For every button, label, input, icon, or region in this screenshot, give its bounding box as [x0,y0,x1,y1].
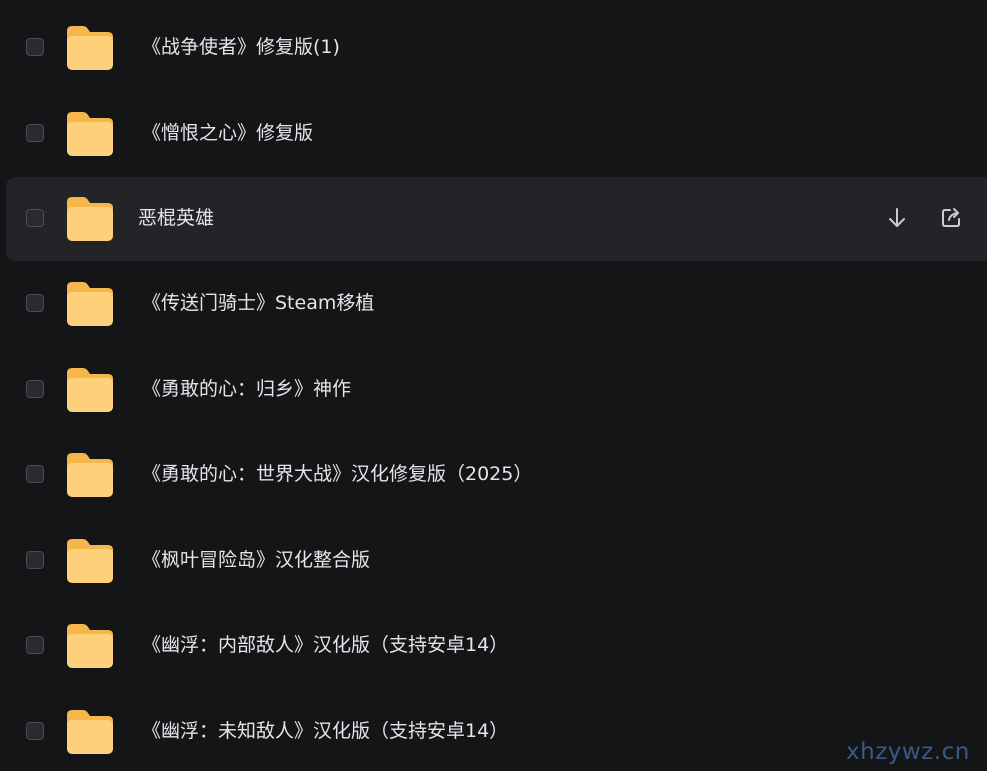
file-row[interactable]: 《勇敢的心：归乡》神作 [6,348,987,432]
download-button[interactable] [884,205,910,231]
file-name[interactable]: 《幽浮：未知敌人》汉化版（支持安卓14） [142,719,508,743]
row-checkbox[interactable] [26,124,44,142]
file-row[interactable]: 《勇敢的心：世界大战》汉化修复版（2025） [6,433,987,517]
row-checkbox[interactable] [26,380,44,398]
file-row[interactable]: 《憎恨之心》修复版 [6,92,987,176]
row-checkbox[interactable] [26,722,44,740]
file-name[interactable]: 《传送门骑士》Steam移植 [142,291,374,315]
file-name[interactable]: 《勇敢的心：世界大战》汉化修复版（2025） [142,462,532,486]
share-button[interactable] [938,205,964,231]
folder-icon [67,453,113,497]
file-name[interactable]: 《憎恨之心》修复版 [142,121,313,145]
folder-icon [67,539,113,583]
file-row[interactable]: 《枫叶冒险岛》汉化整合版 [6,519,987,603]
file-name[interactable]: 《枫叶冒险岛》汉化整合版 [142,548,370,572]
file-row[interactable]: 《战争使者》修复版(1) [6,6,987,90]
file-list: 《战争使者》修复版(1) 《憎恨之心》修复版 恶棍英雄 《传送门骑士》Steam… [0,0,987,771]
folder-icon [67,624,113,668]
folder-icon [67,197,113,241]
file-name[interactable]: 《幽浮：内部敌人》汉化版（支持安卓14） [142,633,508,657]
file-row[interactable]: 《幽浮：内部敌人》汉化版（支持安卓14） [6,604,987,688]
file-name[interactable]: 恶棍英雄 [138,206,214,230]
watermark: xhzywz.cn [846,739,970,765]
file-row-hovered[interactable]: 恶棍英雄 [6,177,987,261]
download-icon [889,208,905,227]
folder-icon [67,112,113,156]
share-icon [942,208,960,227]
row-checkbox[interactable] [26,465,44,483]
file-name[interactable]: 《战争使者》修复版(1) [142,35,340,59]
folder-icon [67,710,113,754]
folder-icon [67,282,113,326]
file-row[interactable]: 《幽浮：未知敌人》汉化版（支持安卓14） [6,690,987,771]
row-checkbox[interactable] [26,551,44,569]
row-checkbox[interactable] [26,38,44,56]
file-row[interactable]: 《传送门骑士》Steam移植 [6,262,987,346]
row-checkbox[interactable] [26,294,44,312]
folder-icon [67,26,113,70]
row-checkbox[interactable] [26,636,44,654]
folder-icon [67,368,113,412]
file-name[interactable]: 《勇敢的心：归乡》神作 [142,377,351,401]
row-checkbox[interactable] [26,209,44,227]
